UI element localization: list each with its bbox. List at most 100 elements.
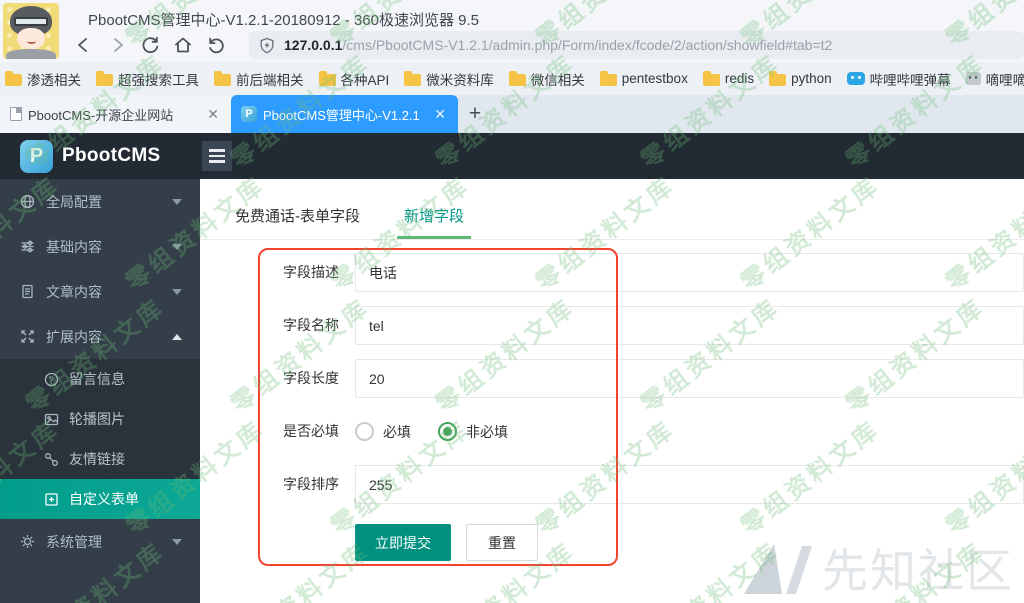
browser-titlebar: PbootCMS管理中心-V1.2.1-20180912 - 360极速浏览器 …: [0, 0, 1024, 62]
folder-icon: [600, 74, 617, 86]
field-sort-input[interactable]: [355, 465, 1024, 504]
home-button[interactable]: [169, 31, 197, 59]
bookmark-label: 微米资料库: [426, 69, 494, 89]
undo-icon: [206, 35, 226, 55]
hamburger-icon: [209, 149, 225, 152]
bookmark-label: 微信相关: [531, 69, 585, 89]
folder-icon: [5, 74, 22, 86]
chevron-down-icon: [172, 244, 182, 250]
sidebar-subitem-carousel[interactable]: 轮播图片: [0, 399, 200, 439]
folder-icon: [214, 74, 231, 86]
bookmark-label: redis: [725, 71, 754, 86]
forward-button[interactable]: [103, 31, 131, 59]
bookmark-folder[interactable]: 微米资料库: [404, 69, 494, 89]
bookmark-folder[interactable]: python: [769, 71, 832, 86]
form-row-required: 是否必填 必填 非必填: [355, 412, 1024, 451]
radio-required-label[interactable]: 必填: [383, 422, 411, 442]
browser-tab-admin-active[interactable]: P PbootCMS管理中心-V1.2.1 ✕: [231, 95, 458, 133]
bookmark-folder[interactable]: 超强搜索工具: [96, 69, 199, 89]
bookmark-label: 嘀哩嘀: [986, 69, 1024, 89]
expand-arrows-icon: [20, 329, 35, 344]
sidebar-item-basic-content[interactable]: 基础内容: [0, 224, 200, 269]
bookmark-bilibili[interactable]: 哔哩哔哩弹幕: [847, 69, 951, 89]
question-circle-icon: ?: [44, 372, 59, 387]
new-tab-button[interactable]: +: [458, 95, 492, 133]
browser-nav-row: 127.0.0.1/cms/PbootCMS-V1.2.1/admin.php/…: [70, 31, 1024, 59]
sidebar-item-article-content[interactable]: 文章内容: [0, 269, 200, 314]
sidebar-item-global-config[interactable]: 全局配置: [0, 179, 200, 224]
bookmark-label: python: [791, 71, 832, 86]
content-tabs: 免费通话-表单字段 新增字段: [200, 179, 1024, 240]
radio-not-required-label[interactable]: 非必填: [466, 422, 508, 442]
sidebar-item-label: 基础内容: [46, 237, 172, 257]
add-field-form: 字段描述 字段名称 字段长度 是否必填 必填 非必填: [200, 240, 1024, 561]
sidebar: 全局配置 基础内容 文章内容 扩展内容 ? 留言信息: [0, 179, 200, 603]
user-avatar[interactable]: [3, 3, 59, 59]
submit-button[interactable]: 立即提交: [355, 524, 451, 561]
radio-required[interactable]: [355, 422, 374, 441]
tab-add-field-active[interactable]: 新增字段: [397, 205, 471, 239]
folder-icon: [96, 74, 113, 86]
xianzhi-watermark: 先知社区: [742, 535, 1014, 601]
bookmark-folder[interactable]: 各种API: [319, 69, 390, 89]
chevron-down-icon: [172, 539, 182, 545]
required-label: 是否必填: [283, 412, 339, 451]
bookmark-label: 哔哩哔哩弹幕: [870, 69, 951, 89]
home-icon: [173, 35, 193, 55]
tab-form-fields[interactable]: 免费通话-表单字段: [228, 205, 367, 239]
sidebar-subitem-messages[interactable]: ? 留言信息: [0, 359, 200, 399]
radio-not-required-checked[interactable]: [438, 422, 457, 441]
avatar-smile: [27, 39, 36, 44]
undo-button[interactable]: [202, 31, 230, 59]
avatar-shoulders: [6, 49, 56, 59]
xianzhi-logo-icon: [742, 540, 814, 596]
sidebar-item-system-management[interactable]: 系统管理: [0, 519, 200, 564]
bookmark-label: 前后端相关: [236, 69, 304, 89]
address-bar[interactable]: 127.0.0.1/cms/PbootCMS-V1.2.1/admin.php/…: [249, 31, 1024, 59]
back-button[interactable]: [70, 31, 98, 59]
radio-dot: [443, 427, 452, 436]
refresh-button[interactable]: [136, 31, 164, 59]
bookmark-folder[interactable]: redis: [703, 71, 754, 86]
bookmark-folder[interactable]: 渗透相关: [5, 69, 81, 89]
image-icon: [44, 412, 59, 427]
browser-tab-label: PbootCMS-开源企业网站: [28, 105, 199, 124]
bookmark-dilidili[interactable]: 嘀哩嘀: [966, 69, 1024, 89]
chevron-right-icon: [107, 35, 127, 55]
page-icon: [10, 107, 22, 121]
svg-text:?: ?: [49, 374, 54, 384]
field-length-label: 字段长度: [283, 359, 339, 398]
dilidili-icon: [966, 72, 981, 85]
admin-body: 全局配置 基础内容 文章内容 扩展内容 ? 留言信息: [0, 179, 1024, 603]
bilibili-icon: [847, 72, 865, 85]
bookmark-folder[interactable]: 微信相关: [509, 69, 585, 89]
folder-icon: [404, 74, 421, 86]
sidebar-subitem-friend-links[interactable]: 友情链接: [0, 439, 200, 479]
screen: PbootCMS管理中心-V1.2.1-20180912 - 360极速浏览器 …: [0, 0, 1024, 603]
bookmark-folder[interactable]: 前后端相关: [214, 69, 304, 89]
admin-header: P PbootCMS: [0, 133, 1024, 179]
field-description-input[interactable]: [355, 253, 1024, 292]
bookmark-folder[interactable]: pentestbox: [600, 71, 688, 86]
bookmarks-bar: 渗透相关 超强搜索工具 前后端相关 各种API 微米资料库 微信相关 pente…: [0, 62, 1024, 95]
window-title: PbootCMS管理中心-V1.2.1-20180912 - 360极速浏览器 …: [88, 9, 479, 30]
globe-icon: [20, 194, 35, 209]
pbootcms-favicon: P: [241, 106, 257, 122]
sidebar-subitem-label: 自定义表单: [69, 489, 200, 509]
close-tab-icon[interactable]: ✕: [432, 106, 448, 123]
red-annotation-box: [258, 248, 618, 566]
bookmark-label: 渗透相关: [27, 69, 81, 89]
link-icon: [44, 452, 59, 467]
chevron-up-icon: [172, 334, 182, 340]
sidebar-subitem-custom-forms-active[interactable]: 自定义表单: [0, 479, 200, 519]
avatar-visor: [14, 17, 48, 26]
browser-tab-site[interactable]: PbootCMS-开源企业网站 ✕: [0, 95, 231, 133]
field-length-input[interactable]: [355, 359, 1024, 398]
close-tab-icon[interactable]: ✕: [205, 106, 221, 123]
sidebar-item-extended-content[interactable]: 扩展内容: [0, 314, 200, 359]
reset-button[interactable]: 重置: [466, 524, 538, 561]
main-content: 免费通话-表单字段 新增字段 字段描述 字段名称 字段长度: [200, 179, 1024, 603]
brand[interactable]: P PbootCMS: [0, 133, 200, 179]
field-name-input[interactable]: [355, 306, 1024, 345]
sidebar-toggle-button[interactable]: [202, 141, 232, 171]
